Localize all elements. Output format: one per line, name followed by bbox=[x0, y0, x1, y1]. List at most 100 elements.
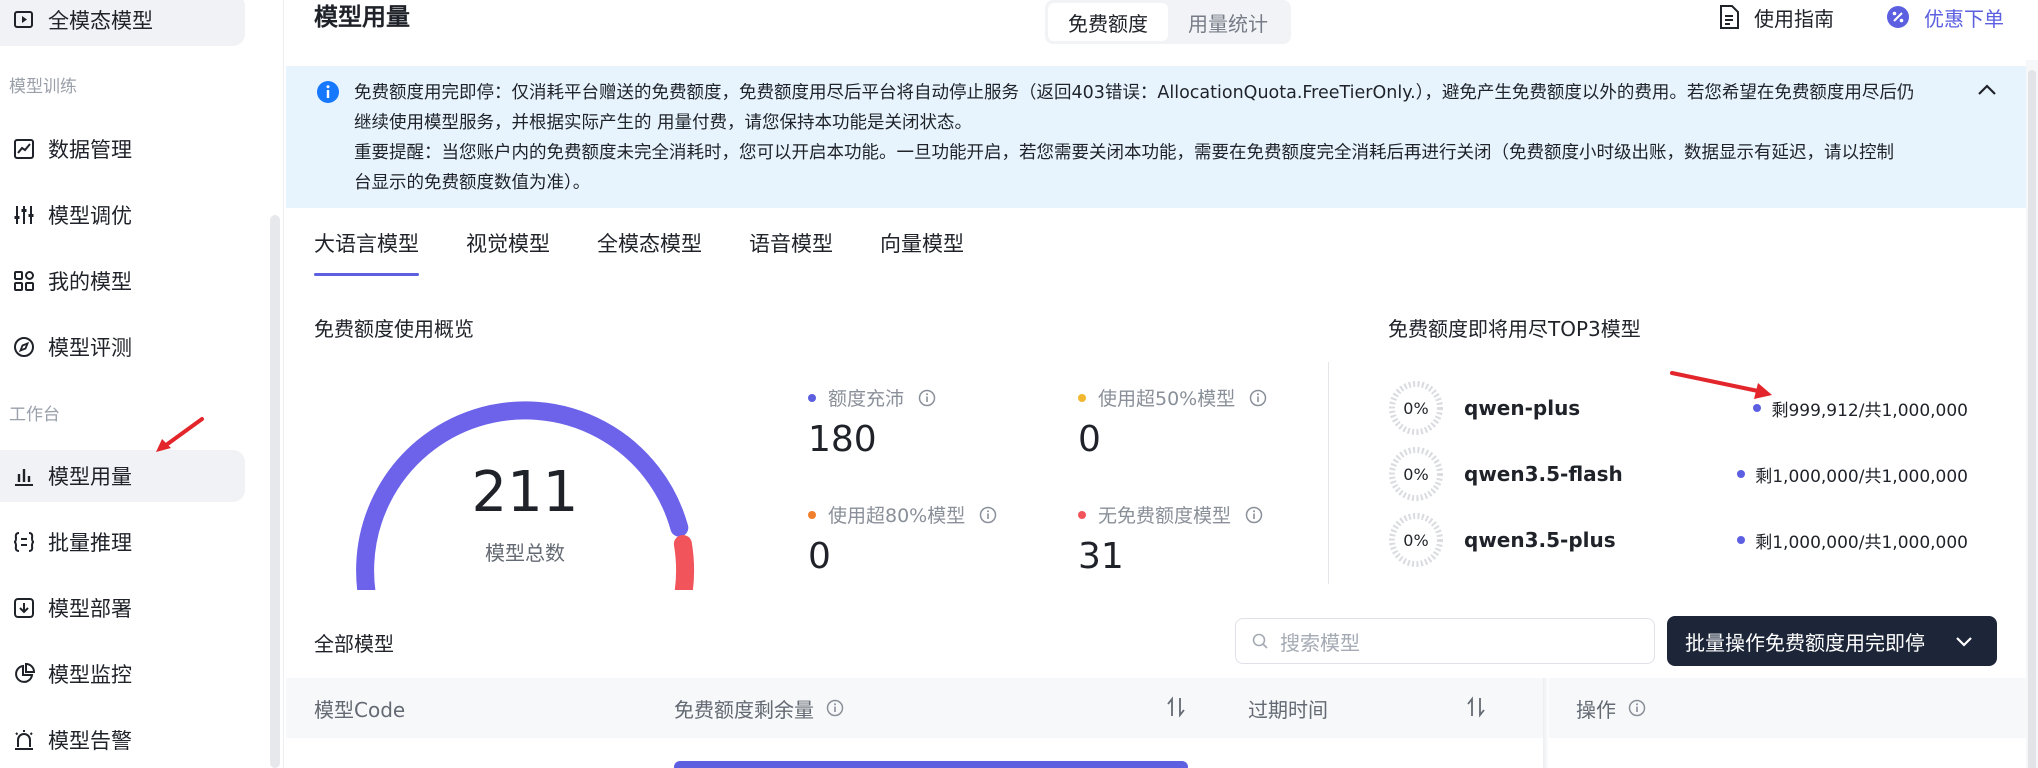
column-label: 操作 bbox=[1576, 697, 1616, 722]
sidebar-item-data-management[interactable]: 数据管理 bbox=[0, 123, 245, 175]
column-label: 过期时间 bbox=[1248, 697, 1328, 722]
page-title: 模型用量 bbox=[314, 3, 410, 31]
help-icon[interactable] bbox=[826, 699, 844, 717]
guide-link-label: 使用指南 bbox=[1754, 6, 1834, 31]
app-root: 全模态模型 模型训练 数据管理 模型调优 我的模型 模型评测 工作台 模型用量 … bbox=[0, 0, 2038, 768]
sidebar-item-model-deployment[interactable]: 模型部署 bbox=[0, 582, 245, 634]
tab-free-quota[interactable]: 免费额度 bbox=[1048, 3, 1168, 41]
sidebar-item-label: 批量推理 bbox=[48, 531, 132, 555]
sidebar-item-model-evaluation[interactable]: 模型评测 bbox=[0, 321, 245, 373]
bulk-operation-button[interactable]: 批量操作免费额度用完即停 bbox=[1667, 616, 1997, 666]
search-input[interactable]: 搜索模型 bbox=[1235, 618, 1655, 664]
sort-icon[interactable] bbox=[1466, 696, 1486, 718]
guide-link[interactable]: 使用指南 bbox=[1718, 0, 1834, 34]
stat-label: 无免费额度模型 bbox=[1098, 505, 1232, 527]
info-icon bbox=[317, 81, 339, 103]
compass-icon bbox=[12, 335, 36, 359]
sidebar-item-label: 模型部署 bbox=[48, 597, 132, 621]
top3-row[interactable]: 0% qwen3.5-plus 剩1,000,000/共1,000,000 bbox=[1388, 512, 1968, 568]
sidebar-item-omni-model[interactable]: 全模态模型 bbox=[0, 0, 245, 46]
model-type-tabs: 大语言模型 视觉模型 全模态模型 语音模型 向量模型 bbox=[314, 228, 1011, 276]
discount-icon bbox=[1886, 5, 1910, 29]
sidebar-scrollbar[interactable] bbox=[270, 215, 280, 768]
usage-tab-switch: 免费额度 用量统计 bbox=[1045, 0, 1291, 44]
stat-over-80: 使用超80%模型 0 bbox=[808, 501, 997, 577]
sidebar-item-model-alerts[interactable]: 模型告警 bbox=[0, 714, 245, 766]
total-models-label: 模型总数 bbox=[485, 541, 565, 565]
chevron-up-icon[interactable] bbox=[1976, 82, 1998, 98]
sidebar-item-label: 模型用量 bbox=[48, 465, 132, 489]
section-divider bbox=[1328, 362, 1329, 584]
sidebar-item-model-monitoring[interactable]: 模型监控 bbox=[0, 648, 245, 700]
help-icon[interactable] bbox=[1245, 506, 1263, 524]
stat-label: 使用超50%模型 bbox=[1098, 388, 1236, 410]
tab-embedding[interactable]: 向量模型 bbox=[880, 228, 964, 276]
sidebar-item-label: 模型告警 bbox=[48, 729, 132, 753]
stat-over-50: 使用超50%模型 0 bbox=[1078, 384, 1267, 460]
all-models-title: 全部模型 bbox=[314, 632, 394, 656]
annotation-arrow-icon bbox=[156, 417, 204, 452]
sidebar-item-model-usage[interactable]: 模型用量 bbox=[0, 450, 245, 502]
top3-title: 免费额度即将用尽TOP3模型 bbox=[1388, 317, 1641, 341]
annotation-arrow-icon bbox=[1670, 371, 1772, 399]
sticky-column-shadow bbox=[1543, 678, 1549, 768]
sidebar-item-model-tuning[interactable]: 模型调优 bbox=[0, 189, 245, 241]
chevron-down-icon bbox=[1953, 630, 1975, 652]
remaining-quota: 剩999,912/共1,000,000 bbox=[1753, 396, 1968, 421]
notice-text: 免费额度用完即停：仅消耗平台赠送的免费额度，免费额度用尽后平台将自动停止服务（返… bbox=[354, 78, 1944, 198]
sidebar-item-batch-inference[interactable]: 批量推理 bbox=[0, 516, 245, 568]
usage-ring: 0% bbox=[1388, 380, 1444, 436]
tab-usage-stats[interactable]: 用量统计 bbox=[1168, 3, 1288, 41]
quota-progress-bar bbox=[674, 761, 1188, 768]
section-training-label: 模型训练 bbox=[9, 77, 77, 97]
col-expiry-time: 过期时间 bbox=[1248, 678, 1328, 738]
help-icon[interactable] bbox=[1249, 389, 1267, 407]
stat-value: 0 bbox=[1078, 419, 1101, 460]
search-placeholder: 搜索模型 bbox=[1280, 630, 1360, 655]
usage-percent: 0% bbox=[1403, 464, 1429, 484]
total-models-value: 211 bbox=[471, 460, 579, 525]
remaining-quota: 剩1,000,000/共1,000,000 bbox=[1737, 528, 1968, 553]
remaining-quota: 剩1,000,000/共1,000,000 bbox=[1737, 462, 1968, 487]
main-scrollbar[interactable] bbox=[2026, 60, 2038, 768]
tab-vision[interactable]: 视觉模型 bbox=[466, 228, 550, 276]
model-name: qwen3.5-plus bbox=[1464, 528, 1616, 552]
stat-no-quota: 无免费额度模型 31 bbox=[1078, 501, 1263, 577]
deploy-icon bbox=[12, 596, 36, 620]
model-name: qwen-plus bbox=[1464, 396, 1581, 420]
notice-line: 台显示的免费额度数值为准）。 bbox=[354, 173, 591, 193]
status-dot bbox=[1078, 510, 1086, 519]
search-icon bbox=[1252, 633, 1268, 649]
gauge-arc-no-quota bbox=[673, 535, 694, 590]
sidebar-item-label: 模型评测 bbox=[48, 336, 132, 360]
usage-ring: 0% bbox=[1388, 446, 1444, 502]
usage-percent: 0% bbox=[1403, 398, 1429, 418]
discount-order-link[interactable]: 优惠下单 bbox=[1886, 0, 2004, 34]
status-dot bbox=[808, 510, 816, 519]
line-chart-icon bbox=[12, 137, 36, 161]
document-icon bbox=[1718, 4, 1740, 30]
notice-line: 继续使用模型服务，并根据实际产生的 用量付费，请您保持本功能是关闭状态。 bbox=[354, 113, 973, 133]
column-label: 免费额度剩余量 bbox=[674, 697, 814, 722]
pie-chart-icon bbox=[12, 662, 36, 686]
col-model-code: 模型Code bbox=[314, 678, 405, 738]
stat-value: 31 bbox=[1078, 536, 1124, 577]
discount-link-label: 优惠下单 bbox=[1924, 6, 2004, 31]
tab-omni[interactable]: 全模态模型 bbox=[597, 228, 702, 276]
notice-banner: 免费额度用完即停：仅消耗平台赠送的免费额度，免费额度用尽后平台将自动停止服务（返… bbox=[286, 66, 2026, 208]
stat-value: 0 bbox=[808, 536, 831, 577]
bulk-operation-label: 批量操作免费额度用完即停 bbox=[1685, 630, 1925, 655]
tab-speech[interactable]: 语音模型 bbox=[749, 228, 833, 276]
column-label: 模型Code bbox=[314, 697, 406, 722]
usage-percent: 0% bbox=[1403, 530, 1429, 550]
usage-ring: 0% bbox=[1388, 512, 1444, 568]
help-icon[interactable] bbox=[1628, 699, 1646, 717]
help-icon[interactable] bbox=[979, 506, 997, 524]
video-play-icon bbox=[12, 8, 36, 32]
help-icon[interactable] bbox=[918, 389, 936, 407]
col-free-quota-remaining: 免费额度剩余量 bbox=[674, 678, 844, 738]
tab-llm[interactable]: 大语言模型 bbox=[314, 228, 419, 276]
top3-row[interactable]: 0% qwen3.5-flash 剩1,000,000/共1,000,000 bbox=[1388, 446, 1968, 502]
sort-icon[interactable] bbox=[1166, 696, 1186, 718]
sidebar-item-my-models[interactable]: 我的模型 bbox=[0, 255, 245, 307]
